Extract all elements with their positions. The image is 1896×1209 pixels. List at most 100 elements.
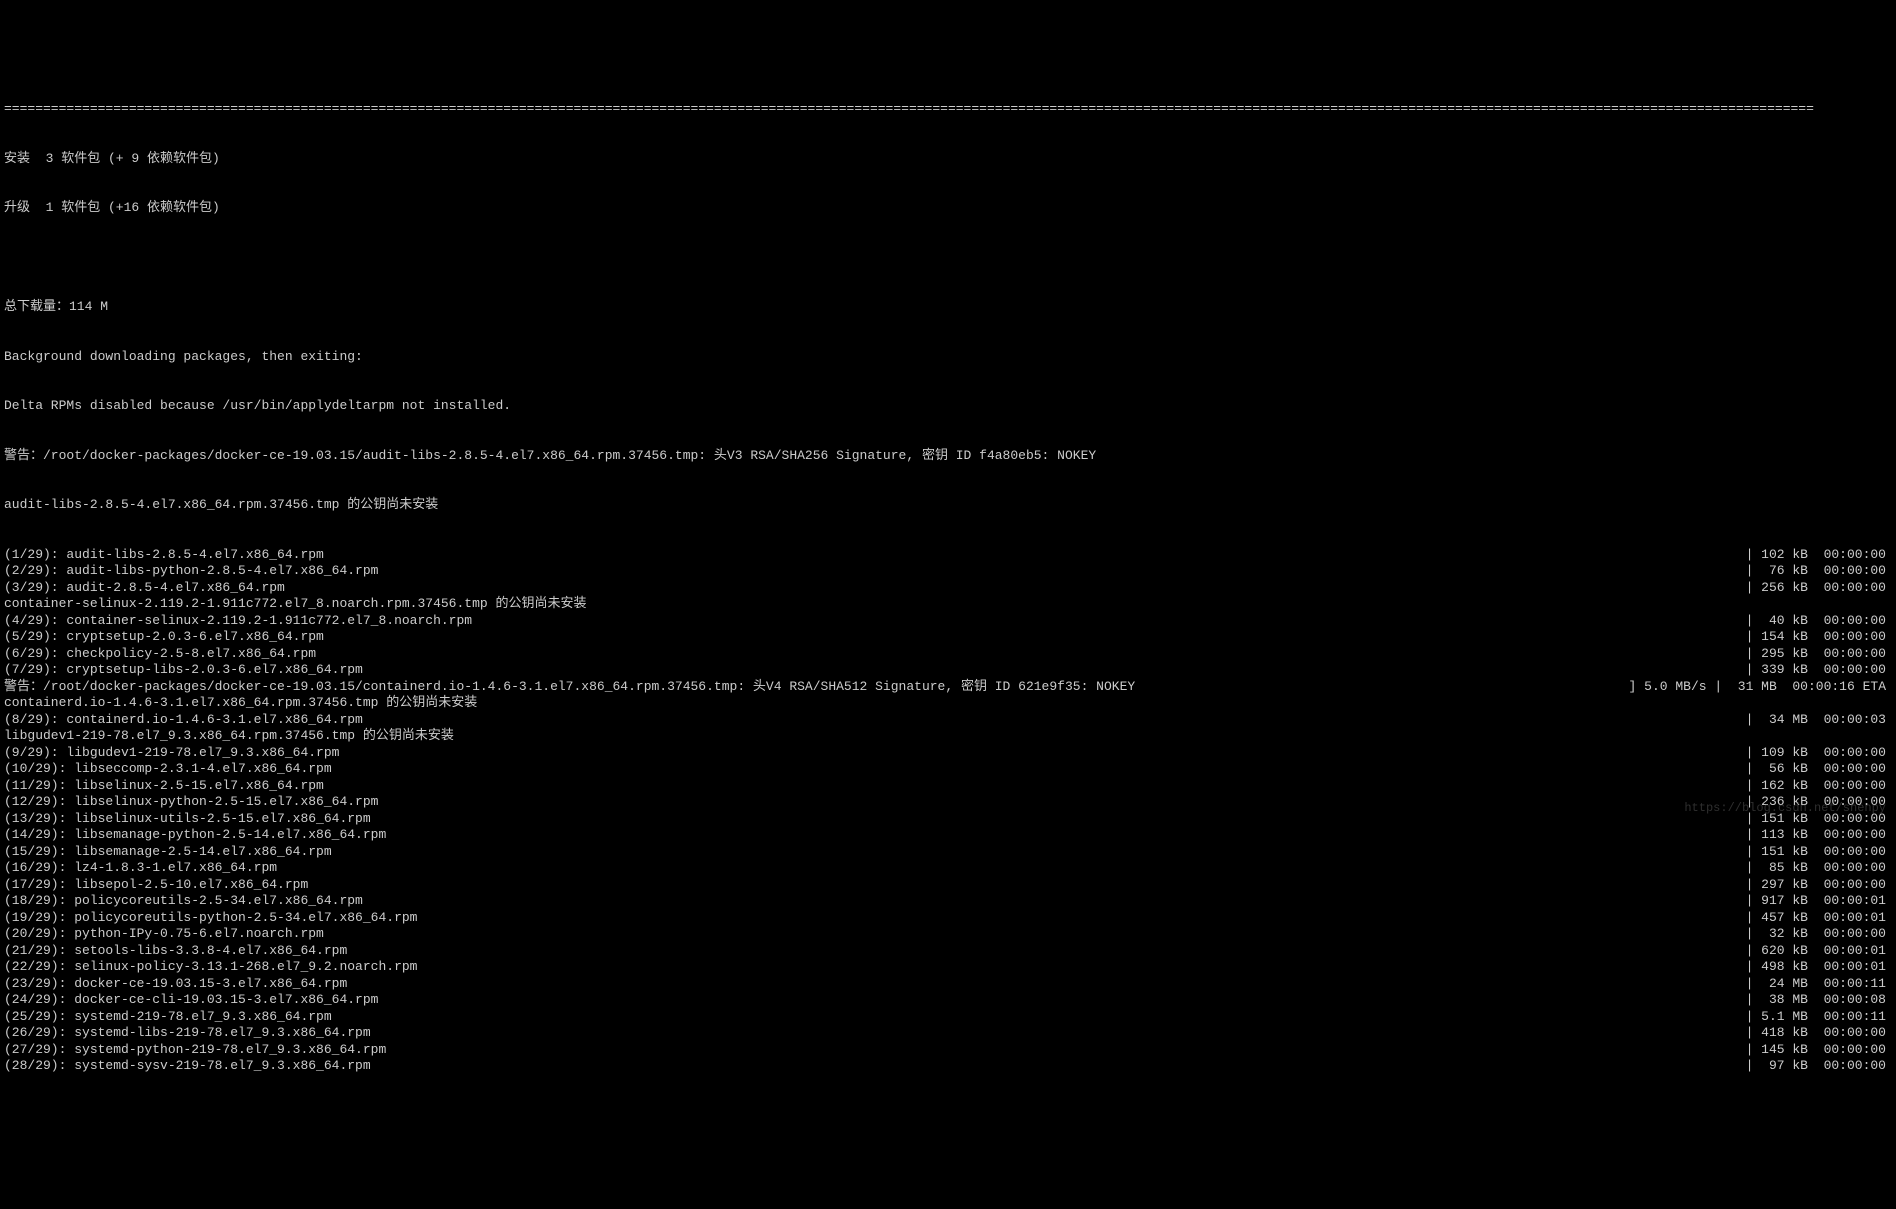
download-row-stats: | 145 kB 00:00:00 bbox=[1746, 1042, 1892, 1059]
download-row: libgudev1-219-78.el7_9.3.x86_64.rpm.3745… bbox=[4, 728, 1892, 745]
install-summary-line: 安装 3 软件包 (+ 9 依赖软件包) bbox=[4, 151, 1892, 168]
download-row: containerd.io-1.4.6-3.1.el7.x86_64.rpm.3… bbox=[4, 695, 1892, 712]
download-row-stats: | 40 kB 00:00:00 bbox=[1746, 613, 1892, 630]
download-row: container-selinux-2.119.2-1.911c772.el7_… bbox=[4, 596, 1892, 613]
download-row-package: (19/29): policycoreutils-python-2.5-34.e… bbox=[4, 910, 1746, 927]
download-row: (8/29): containerd.io-1.4.6-3.1.el7.x86_… bbox=[4, 712, 1892, 729]
download-row-package: (27/29): systemd-python-219-78.el7_9.3.x… bbox=[4, 1042, 1746, 1059]
download-row: (2/29): audit-libs-python-2.8.5-4.el7.x8… bbox=[4, 563, 1892, 580]
download-row: (17/29): libsepol-2.5-10.el7.x86_64.rpm|… bbox=[4, 877, 1892, 894]
download-row-package: (18/29): policycoreutils-2.5-34.el7.x86_… bbox=[4, 893, 1746, 910]
install-summary: 安装 3 软件包 (+ 9 依赖软件包) bbox=[4, 151, 1892, 168]
download-row-stats: | 162 kB 00:00:00 bbox=[1746, 778, 1892, 795]
download-row-package: (28/29): systemd-sysv-219-78.el7_9.3.x86… bbox=[4, 1058, 1746, 1075]
download-row-package: (9/29): libgudev1-219-78.el7_9.3.x86_64.… bbox=[4, 745, 1746, 762]
download-row: (23/29): docker-ce-19.03.15-3.el7.x86_64… bbox=[4, 976, 1892, 993]
download-row: (13/29): libselinux-utils-2.5-15.el7.x86… bbox=[4, 811, 1892, 828]
download-row-package: 警告：/root/docker-packages/docker-ce-19.03… bbox=[4, 679, 1629, 696]
download-row: (11/29): libselinux-2.5-15.el7.x86_64.rp… bbox=[4, 778, 1892, 795]
download-row-stats: | 109 kB 00:00:00 bbox=[1746, 745, 1892, 762]
download-row-package: (25/29): systemd-219-78.el7_9.3.x86_64.r… bbox=[4, 1009, 1746, 1026]
download-row-package: (12/29): libselinux-python-2.5-15.el7.x8… bbox=[4, 794, 1746, 811]
bg-download-line: Background downloading packages, then ex… bbox=[4, 349, 1892, 366]
download-row: (18/29): policycoreutils-2.5-34.el7.x86_… bbox=[4, 893, 1892, 910]
pubkey-line: audit-libs-2.8.5-4.el7.x86_64.rpm.37456.… bbox=[4, 497, 1892, 514]
total-download-line: 总下载量：114 M bbox=[4, 299, 1892, 316]
download-row-stats: | 339 kB 00:00:00 bbox=[1746, 662, 1892, 679]
download-row-stats: | 76 kB 00:00:00 bbox=[1746, 563, 1892, 580]
download-row: (1/29): audit-libs-2.8.5-4.el7.x86_64.rp… bbox=[4, 547, 1892, 564]
download-row-stats: | 113 kB 00:00:00 bbox=[1746, 827, 1892, 844]
download-row-stats: | 38 MB 00:00:08 bbox=[1746, 992, 1892, 1009]
download-row: (9/29): libgudev1-219-78.el7_9.3.x86_64.… bbox=[4, 745, 1892, 762]
download-row: (12/29): libselinux-python-2.5-15.el7.x8… bbox=[4, 794, 1892, 811]
download-row-package: (14/29): libsemanage-python-2.5-14.el7.x… bbox=[4, 827, 1746, 844]
download-row-stats: | 154 kB 00:00:00 bbox=[1746, 629, 1892, 646]
download-row: (24/29): docker-ce-cli-19.03.15-3.el7.x8… bbox=[4, 992, 1892, 1009]
download-row-stats: | 418 kB 00:00:00 bbox=[1746, 1025, 1892, 1042]
download-row-stats: | 498 kB 00:00:01 bbox=[1746, 959, 1892, 976]
download-row: (20/29): python-IPy-0.75-6.el7.noarch.rp… bbox=[4, 926, 1892, 943]
download-row: (19/29): policycoreutils-python-2.5-34.e… bbox=[4, 910, 1892, 927]
download-row-package: (2/29): audit-libs-python-2.8.5-4.el7.x8… bbox=[4, 563, 1746, 580]
download-row-stats: | 85 kB 00:00:00 bbox=[1746, 860, 1892, 877]
download-row-stats: | 151 kB 00:00:00 bbox=[1746, 844, 1892, 861]
download-row: (22/29): selinux-policy-3.13.1-268.el7_9… bbox=[4, 959, 1892, 976]
download-row-stats: | 457 kB 00:00:01 bbox=[1746, 910, 1892, 927]
download-row-package: (1/29): audit-libs-2.8.5-4.el7.x86_64.rp… bbox=[4, 547, 1746, 564]
download-row-package: (11/29): libselinux-2.5-15.el7.x86_64.rp… bbox=[4, 778, 1746, 795]
download-row-package: (24/29): docker-ce-cli-19.03.15-3.el7.x8… bbox=[4, 992, 1746, 1009]
download-row-package: (23/29): docker-ce-19.03.15-3.el7.x86_64… bbox=[4, 976, 1746, 993]
download-row: (28/29): systemd-sysv-219-78.el7_9.3.x86… bbox=[4, 1058, 1892, 1075]
upgrade-summary-line: 升级 1 软件包 (+16 依赖软件包) bbox=[4, 200, 1892, 217]
download-row-stats: | 102 kB 00:00:00 bbox=[1746, 547, 1892, 564]
download-row-package: containerd.io-1.4.6-3.1.el7.x86_64.rpm.3… bbox=[4, 695, 1892, 712]
download-row: (4/29): container-selinux-2.119.2-1.911c… bbox=[4, 613, 1892, 630]
download-row-stats: | 917 kB 00:00:01 bbox=[1746, 893, 1892, 910]
download-row-stats: | 295 kB 00:00:00 bbox=[1746, 646, 1892, 663]
download-row-package: (21/29): setools-libs-3.3.8-4.el7.x86_64… bbox=[4, 943, 1746, 960]
download-row-package: (10/29): libseccomp-2.3.1-4.el7.x86_64.r… bbox=[4, 761, 1746, 778]
download-row: (27/29): systemd-python-219-78.el7_9.3.x… bbox=[4, 1042, 1892, 1059]
warning-text: 警告：/root/docker-packages/docker-ce-19.03… bbox=[4, 448, 1892, 465]
download-row: (3/29): audit-2.8.5-4.el7.x86_64.rpm| 25… bbox=[4, 580, 1892, 597]
download-row: (15/29): libsemanage-2.5-14.el7.x86_64.r… bbox=[4, 844, 1892, 861]
download-row: (14/29): libsemanage-python-2.5-14.el7.x… bbox=[4, 827, 1892, 844]
download-row: (10/29): libseccomp-2.3.1-4.el7.x86_64.r… bbox=[4, 761, 1892, 778]
download-row-package: (8/29): containerd.io-1.4.6-3.1.el7.x86_… bbox=[4, 712, 1746, 729]
download-row-package: (16/29): lz4-1.8.3-1.el7.x86_64.rpm bbox=[4, 860, 1746, 877]
download-row-stats: | 151 kB 00:00:00 bbox=[1746, 811, 1892, 828]
download-row: (6/29): checkpolicy-2.5-8.el7.x86_64.rpm… bbox=[4, 646, 1892, 663]
terminal-output[interactable]: ========================================… bbox=[0, 66, 1896, 1093]
download-row-package: (5/29): cryptsetup-2.0.3-6.el7.x86_64.rp… bbox=[4, 629, 1746, 646]
download-row-stats: ] 5.0 MB/s | 31 MB 00:00:16 ETA bbox=[1629, 679, 1892, 696]
download-row-stats: | 24 MB 00:00:11 bbox=[1746, 976, 1892, 993]
delta-rpm: Delta RPMs disabled because /usr/bin/app… bbox=[4, 398, 1892, 415]
upgrade-summary: 升级 1 软件包 (+16 依赖软件包) bbox=[4, 200, 1892, 217]
download-row-stats: | 620 kB 00:00:01 bbox=[1746, 943, 1892, 960]
download-row-stats: | 256 kB 00:00:00 bbox=[1746, 580, 1892, 597]
download-row-package: (26/29): systemd-libs-219-78.el7_9.3.x86… bbox=[4, 1025, 1746, 1042]
download-row-stats: | 56 kB 00:00:00 bbox=[1746, 761, 1892, 778]
download-row-package: (20/29): python-IPy-0.75-6.el7.noarch.rp… bbox=[4, 926, 1746, 943]
download-row-package: container-selinux-2.119.2-1.911c772.el7_… bbox=[4, 596, 1892, 613]
total-download: 总下载量：114 M bbox=[4, 299, 1892, 316]
download-row-stats: | 236 kB 00:00:00 bbox=[1746, 794, 1892, 811]
download-row: 警告：/root/docker-packages/docker-ce-19.03… bbox=[4, 679, 1892, 696]
divider-line: ========================================… bbox=[4, 101, 1892, 118]
download-row-stats: | 5.1 MB 00:00:11 bbox=[1746, 1009, 1892, 1026]
download-row-package: (4/29): container-selinux-2.119.2-1.911c… bbox=[4, 613, 1746, 630]
download-row-package: (22/29): selinux-policy-3.13.1-268.el7_9… bbox=[4, 959, 1746, 976]
download-row-package: (3/29): audit-2.8.5-4.el7.x86_64.rpm bbox=[4, 580, 1746, 597]
download-row: (26/29): systemd-libs-219-78.el7_9.3.x86… bbox=[4, 1025, 1892, 1042]
download-row-package: (15/29): libsemanage-2.5-14.el7.x86_64.r… bbox=[4, 844, 1746, 861]
download-row-stats: | 97 kB 00:00:00 bbox=[1746, 1058, 1892, 1075]
bg-download: Background downloading packages, then ex… bbox=[4, 349, 1892, 366]
download-row-stats: | 32 kB 00:00:00 bbox=[1746, 926, 1892, 943]
download-row-package: (17/29): libsepol-2.5-10.el7.x86_64.rpm bbox=[4, 877, 1746, 894]
blank-line bbox=[4, 250, 1892, 267]
warning-line: 警告：/root/docker-packages/docker-ce-19.03… bbox=[4, 448, 1892, 465]
download-row: (21/29): setools-libs-3.3.8-4.el7.x86_64… bbox=[4, 943, 1892, 960]
download-row-package: (13/29): libselinux-utils-2.5-15.el7.x86… bbox=[4, 811, 1746, 828]
download-row: (16/29): lz4-1.8.3-1.el7.x86_64.rpm| 85 … bbox=[4, 860, 1892, 877]
